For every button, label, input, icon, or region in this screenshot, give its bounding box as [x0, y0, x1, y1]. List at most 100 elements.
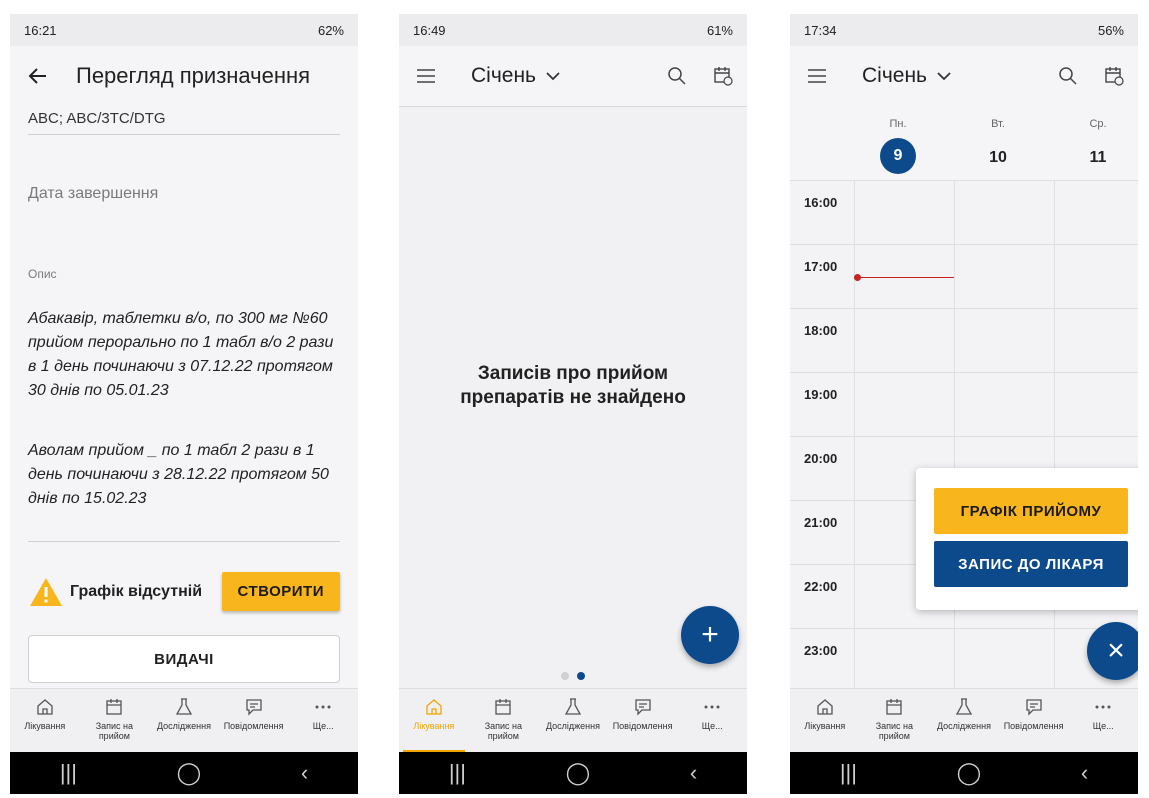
hour-label: 21:00	[804, 515, 838, 530]
home-button-icon[interactable]: ◯	[566, 760, 591, 786]
search-icon[interactable]	[667, 66, 687, 86]
nav-item-messages[interactable]: Повідомлення	[608, 689, 678, 752]
system-nav-bar: ||| ◯ ‹	[10, 752, 358, 794]
nav-item-appointment[interactable]: Запис на прийом	[80, 689, 150, 752]
recents-icon[interactable]: |||	[840, 760, 857, 786]
create-button[interactable]: СТВОРИТИ	[221, 572, 340, 611]
message-icon	[634, 699, 651, 716]
recents-icon[interactable]: |||	[449, 760, 466, 786]
system-nav-bar: ||| ◯ ‹	[399, 752, 747, 794]
home-button-icon[interactable]: ◯	[957, 760, 982, 786]
day-column-header[interactable]: Вт. 10	[948, 106, 1048, 176]
nav-item-research[interactable]: Дослідження	[929, 689, 999, 752]
nav-label: Повідомлення	[612, 721, 673, 731]
hour-row[interactable]: 18:00	[790, 308, 1138, 372]
hour-row[interactable]: 17:00	[790, 244, 1138, 308]
hour-label: 23:00	[804, 643, 838, 658]
current-time-line	[858, 277, 954, 278]
nav-item-more[interactable]: Ще...	[288, 689, 358, 752]
add-fab-button[interactable]: +	[681, 606, 739, 664]
close-fab-button[interactable]: ×	[1087, 622, 1138, 680]
calendar-grid[interactable]: 16:00 17:00 18:00 19:00 20:00 21:00 22:0…	[790, 180, 1138, 688]
current-time-dot	[854, 274, 861, 281]
back-icon[interactable]: ‹	[1081, 760, 1088, 786]
schedule-row: Графік відсутній СТВОРИТИ	[28, 572, 340, 611]
search-icon[interactable]	[1058, 66, 1078, 86]
nav-label: Запис на прийом	[484, 721, 523, 741]
hour-label: 22:00	[804, 579, 838, 594]
calendar-clock-icon[interactable]	[713, 66, 733, 86]
phone-screen-prescription: 16:21 62% Перегляд призначення ABC; ABC/…	[10, 14, 358, 794]
doctor-appointment-button[interactable]: ЗАПИС ДО ЛІКАРЯ	[934, 541, 1128, 587]
day-column-header[interactable]: Пн. 9	[848, 106, 948, 174]
prescription-content: ABC; ABC/3TC/DTG Дата завершення Опис Аб…	[10, 106, 358, 688]
day-column-header[interactable]: Ср. 11	[1048, 106, 1138, 176]
back-icon[interactable]: ‹	[301, 760, 308, 786]
home-button-icon[interactable]: ◯	[177, 760, 202, 786]
flask-icon	[564, 698, 582, 715]
back-icon[interactable]: ‹	[690, 760, 697, 786]
day-of-week: Ср.	[1089, 118, 1107, 130]
nav-label: Лікування	[413, 721, 455, 731]
page-title: Перегляд призначення	[76, 63, 311, 88]
more-icon	[704, 705, 720, 709]
chevron-down-icon[interactable]	[546, 71, 560, 81]
description-label: Опис	[28, 267, 57, 281]
calendar-clock-icon[interactable]	[1104, 66, 1124, 86]
nav-item-more[interactable]: Ще...	[677, 689, 747, 752]
nav-item-appointment[interactable]: Запис на прийом	[860, 689, 930, 752]
menu-icon[interactable]	[808, 69, 826, 83]
nav-item-treatment[interactable]: Лікування	[10, 689, 80, 752]
status-time: 16:49	[413, 22, 446, 38]
issues-button[interactable]: ВИДАЧІ	[28, 635, 340, 683]
menu-icon[interactable]	[417, 69, 435, 83]
nav-item-treatment[interactable]: Лікування	[399, 689, 469, 752]
nav-label: Лікування	[24, 721, 66, 731]
hour-row[interactable]: 19:00	[790, 372, 1138, 436]
divider	[28, 541, 340, 542]
calendar-icon	[106, 699, 123, 715]
month-selector[interactable]: Січень	[471, 64, 536, 88]
nav-label: Дослідження	[936, 721, 991, 731]
more-icon	[315, 705, 331, 709]
calendar-icon	[495, 699, 512, 715]
nav-label: Дослідження	[156, 721, 211, 731]
nav-label: Ще...	[1092, 721, 1114, 731]
page-dot-active[interactable]	[577, 672, 585, 680]
nav-item-treatment[interactable]: Лікування	[790, 689, 860, 752]
hour-row[interactable]: 23:00	[790, 628, 1138, 688]
status-battery: 62%	[317, 22, 344, 38]
day-of-week: Вт.	[991, 118, 1005, 130]
nav-item-research[interactable]: Дослідження	[538, 689, 608, 752]
hour-row[interactable]: 16:00	[790, 180, 1138, 244]
flask-icon	[955, 698, 973, 715]
chevron-down-icon[interactable]	[937, 71, 951, 81]
empty-message: Записів про прийом препаратів не знайден…	[460, 363, 686, 408]
status-battery: 56%	[1097, 22, 1124, 38]
app-bar: Перегляд призначення	[10, 46, 358, 106]
back-arrow-icon[interactable]	[28, 66, 48, 86]
nav-label: Повідомлення	[223, 721, 284, 731]
hour-label: 17:00	[804, 259, 838, 274]
recents-icon[interactable]: |||	[60, 760, 77, 786]
bottom-nav: Лікування Запис на прийом Дослідження По…	[790, 688, 1138, 752]
nav-label: Повідомлення	[1003, 721, 1064, 731]
page-dot[interactable]	[561, 672, 569, 680]
nav-item-messages[interactable]: Повідомлення	[999, 689, 1069, 752]
bottom-nav: Лікування Запис на прийом Дослідження По…	[10, 688, 358, 752]
status-bar: 17:34 56%	[790, 14, 1138, 46]
home-icon	[37, 699, 53, 715]
description-text-2: Аволам прийом _ по 1 табл 2 рази в 1 ден…	[28, 442, 329, 507]
nav-item-research[interactable]: Дослідження	[149, 689, 219, 752]
status-time: 16:21	[24, 22, 57, 38]
message-icon	[1025, 699, 1042, 716]
nav-item-appointment[interactable]: Запис на прийом	[469, 689, 539, 752]
status-bar: 16:21 62%	[10, 14, 358, 46]
nav-label: Ще...	[312, 721, 334, 731]
nav-item-messages[interactable]: Повідомлення	[219, 689, 289, 752]
nav-item-more[interactable]: Ще...	[1068, 689, 1138, 752]
month-selector[interactable]: Січень	[862, 64, 927, 88]
intake-schedule-button[interactable]: ГРАФІК ПРИЙОМУ	[934, 488, 1128, 534]
hour-label: 16:00	[804, 195, 838, 210]
status-bar: 16:49 61%	[399, 14, 747, 46]
